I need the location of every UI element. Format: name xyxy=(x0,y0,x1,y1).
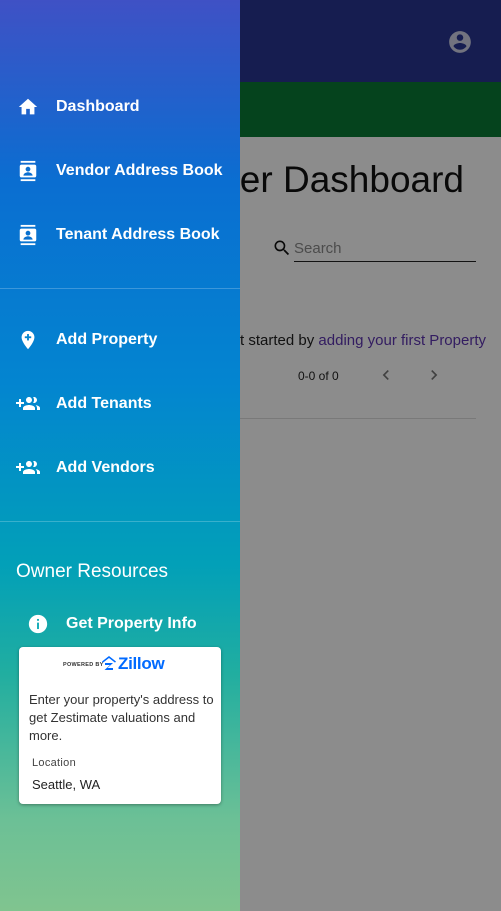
drawer-divider xyxy=(0,288,240,289)
nav-item-add-property[interactable]: Add Property xyxy=(0,316,240,364)
nav-item-label: Vendor Address Book xyxy=(56,162,223,179)
nav-item-label: Dashboard xyxy=(56,98,140,115)
get-property-info-button[interactable]: Get Property Info xyxy=(0,607,240,641)
powered-by-label: POWERED BY xyxy=(63,662,104,668)
nav-item-add-vendors[interactable]: Add Vendors xyxy=(0,444,240,492)
nav-item-label: Tenant Address Book xyxy=(56,226,220,243)
group-add-icon xyxy=(16,392,40,416)
contact-book-icon xyxy=(16,159,40,183)
nav-item-label: Add Vendors xyxy=(56,459,155,476)
owner-resources-title: Owner Resources xyxy=(16,561,169,582)
nav-item-label: Add Property xyxy=(56,331,158,348)
nav-item-add-tenants[interactable]: Add Tenants xyxy=(0,380,240,428)
info-icon xyxy=(26,612,50,636)
nav-item-tenant-address-book[interactable]: Tenant Address Book xyxy=(0,211,240,259)
navigation-drawer: Dashboard Vendor Address Book Tenant Add xyxy=(0,0,240,911)
location-input[interactable] xyxy=(32,775,202,793)
location-label: Location xyxy=(32,757,76,769)
zillow-brand: Zillow xyxy=(118,654,165,673)
nav-item-vendor-address-book[interactable]: Vendor Address Book xyxy=(0,147,240,195)
add-location-icon xyxy=(16,328,40,352)
zillow-description: Enter your property's address to get Zes… xyxy=(29,692,214,743)
home-icon xyxy=(16,95,40,119)
contact-book-icon xyxy=(16,223,40,247)
get-property-info-label: Get Property Info xyxy=(66,615,197,632)
nav-item-label: Add Tenants xyxy=(56,395,152,412)
zillow-logo-icon xyxy=(102,656,116,670)
zillow-widget-card: POWERED BY Zillow Enter your property's … xyxy=(19,647,221,804)
nav-item-dashboard[interactable]: Dashboard xyxy=(0,83,240,131)
drawer-divider xyxy=(0,521,240,522)
group-add-icon xyxy=(16,456,40,480)
